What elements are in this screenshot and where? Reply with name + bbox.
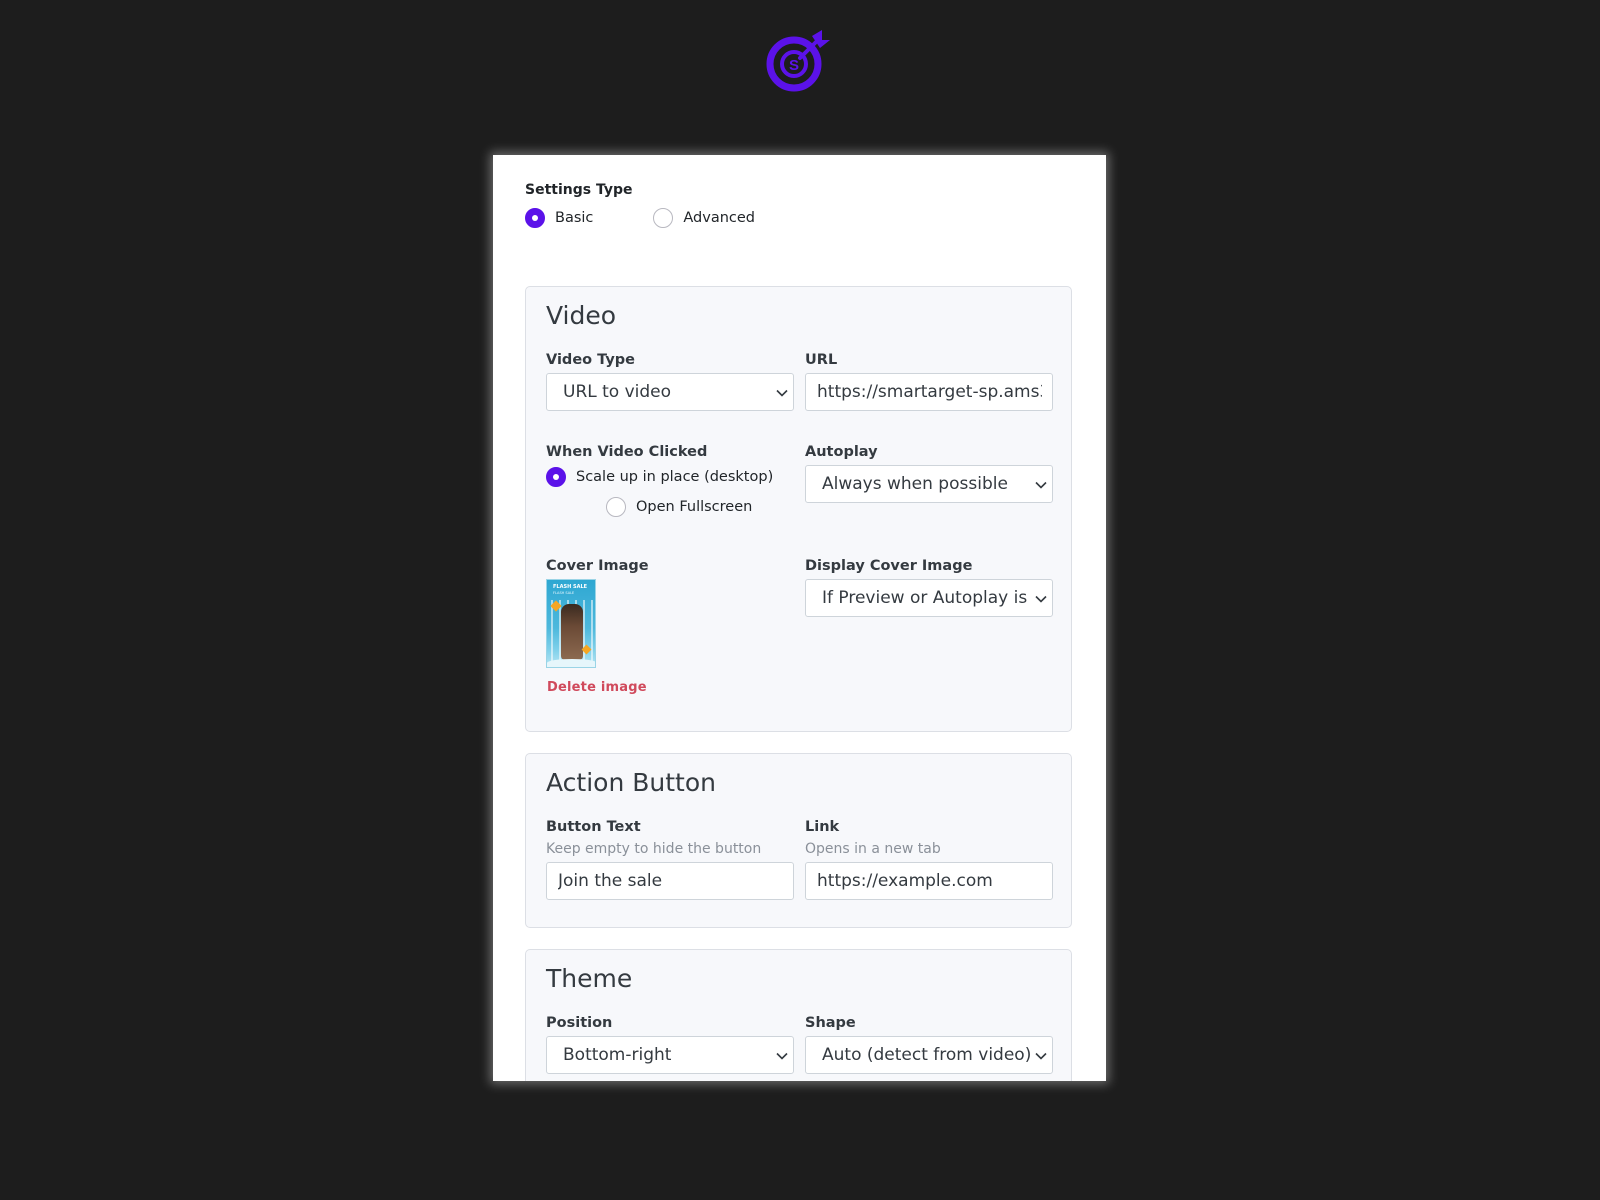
video-section-title: Video — [546, 301, 617, 330]
theme-section-title: Theme — [546, 964, 633, 993]
settings-type-options: Basic Advanced — [525, 207, 1072, 229]
position-field: Position Bottom-right — [546, 1014, 794, 1074]
autoplay-value: Always when possible — [822, 474, 1008, 494]
button-text-hint: Keep empty to hide the button — [546, 841, 762, 857]
radio-unchecked-icon[interactable] — [653, 208, 674, 228]
thumb-person — [561, 604, 583, 660]
when-clicked-options: Scale up in place (desktop) Open Fullscr… — [546, 467, 794, 517]
position-value: Bottom-right — [563, 1045, 672, 1065]
display-cover-select[interactable]: If Preview or Autoplay is — [805, 579, 1053, 617]
position-label: Position — [546, 1015, 613, 1031]
chevron-down-icon — [1035, 481, 1047, 489]
chevron-down-icon — [1035, 595, 1047, 603]
settings-form: Settings Type Basic Advanced Video Video… — [525, 181, 1072, 1081]
button-text-value: Join the sale — [558, 871, 663, 891]
settings-type-advanced-radio[interactable]: Advanced — [653, 208, 755, 228]
position-select[interactable]: Bottom-right — [546, 1036, 794, 1074]
settings-type-basic-radio[interactable]: Basic — [525, 208, 593, 228]
chevron-down-icon — [776, 1052, 788, 1060]
link-label: Link — [805, 819, 840, 835]
radio-checked-icon[interactable] — [525, 208, 545, 228]
cover-image-label: Cover Image — [546, 558, 649, 574]
when-clicked-field: When Video Clicked Scale up in place (de… — [546, 443, 794, 527]
link-value: https://example.com — [817, 871, 993, 891]
shape-field: Shape Auto (detect from video) — [805, 1014, 1053, 1074]
settings-panel: Settings Type Basic Advanced Video Video… — [493, 155, 1106, 1081]
chevron-down-icon — [1035, 1052, 1047, 1060]
chevron-down-icon — [776, 389, 788, 397]
radio-label-advanced: Advanced — [683, 210, 756, 226]
link-field: Link Opens in a new tab https://example.… — [805, 818, 1053, 900]
smartarget-logo-icon: S — [766, 30, 830, 92]
scale-up-radio[interactable]: Scale up in place (desktop) — [546, 467, 794, 487]
shape-value: Auto (detect from video) — [822, 1045, 1032, 1065]
radio-unchecked-icon[interactable] — [606, 497, 626, 517]
open-fullscreen-radio[interactable]: Open Fullscreen — [606, 497, 794, 517]
url-input[interactable]: https://smartarget-sp.ams3.cdn.digitaloc… — [805, 373, 1053, 411]
radio-checked-icon[interactable] — [546, 467, 566, 487]
theme-section: Theme Position Bottom-right Shape Auto (… — [525, 949, 1072, 1081]
button-text-field: Button Text Keep empty to hide the butto… — [546, 818, 794, 900]
button-text-input[interactable]: Join the sale — [546, 862, 794, 900]
video-type-label: Video Type — [546, 352, 635, 368]
video-type-value: URL to video — [563, 382, 672, 402]
thumb-subtitle: FLASH SALE — [553, 591, 575, 595]
display-cover-field: Display Cover Image If Preview or Autopl… — [805, 557, 1053, 617]
cover-image-thumbnail[interactable]: FLASH SALE FLASH SALE — [546, 579, 596, 668]
video-type-field: Video Type URL to video — [546, 351, 794, 411]
thumb-wave — [547, 659, 595, 667]
shape-label: Shape — [805, 1015, 856, 1031]
settings-type-title: Settings Type — [525, 182, 633, 198]
autoplay-select[interactable]: Always when possible — [805, 465, 1053, 503]
button-text-label: Button Text — [546, 819, 641, 835]
logo-letter: S — [789, 57, 799, 74]
action-button-section: Action Button Button Text Keep empty to … — [525, 753, 1072, 928]
link-hint: Opens in a new tab — [805, 841, 941, 857]
link-input[interactable]: https://example.com — [805, 862, 1053, 900]
url-value: https://smartarget-sp.ams3.cdn.digitaloc… — [817, 382, 1042, 402]
display-cover-value: If Preview or Autoplay is — [822, 588, 1028, 608]
video-section: Video Video Type URL to video URL https:… — [525, 286, 1072, 732]
action-button-section-title: Action Button — [546, 768, 716, 797]
delete-image-link[interactable]: Delete image — [546, 680, 794, 695]
display-cover-label: Display Cover Image — [805, 558, 973, 574]
cover-image-field: Cover Image FLASH SALE FLASH SALE Delete… — [546, 557, 794, 695]
radio-label-scale-up: Scale up in place (desktop) — [576, 469, 774, 485]
when-clicked-label: When Video Clicked — [546, 444, 708, 460]
url-label: URL — [805, 352, 838, 368]
url-field: URL https://smartarget-sp.ams3.cdn.digit… — [805, 351, 1053, 411]
video-type-select[interactable]: URL to video — [546, 373, 794, 411]
thumb-title: FLASH SALE — [553, 584, 588, 590]
radio-label-basic: Basic — [555, 210, 594, 226]
autoplay-field: Autoplay Always when possible — [805, 443, 1053, 503]
autoplay-label: Autoplay — [805, 444, 878, 460]
shape-select[interactable]: Auto (detect from video) — [805, 1036, 1053, 1074]
radio-label-open-fullscreen: Open Fullscreen — [636, 499, 753, 515]
